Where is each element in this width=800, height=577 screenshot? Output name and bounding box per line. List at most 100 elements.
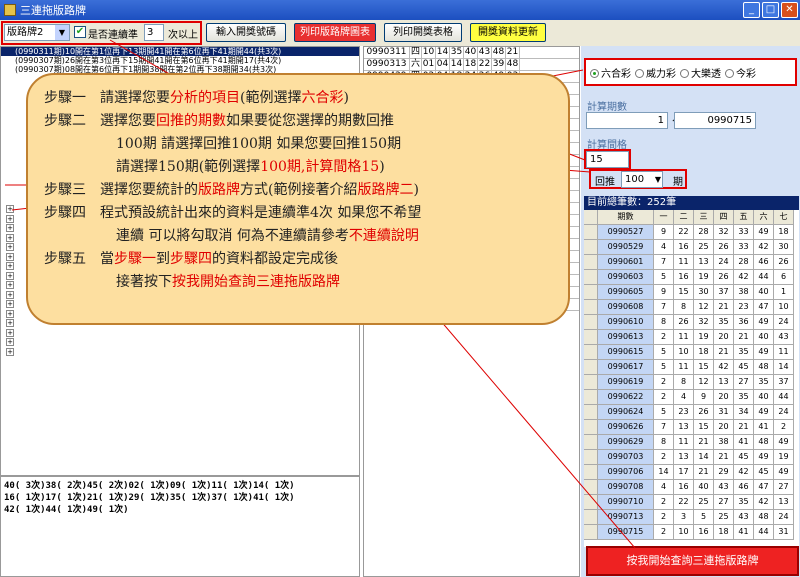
tree-item[interactable]: (0990311期)10開在第1位再下13期開41開在第6位再下41期開44(共… (1, 47, 359, 56)
grid-row[interactable]: 0990601 7 11 13 24 28 46 26 (584, 255, 799, 270)
row-header[interactable] (584, 300, 598, 315)
grid-col-header[interactable]: 期數 (598, 210, 654, 225)
back-select[interactable]: 100 ▼ (621, 171, 663, 188)
grid-number: 13 (714, 375, 734, 390)
expand-icon[interactable]: + (6, 252, 14, 261)
input-numbers-button[interactable]: 輸入開獎號碼 (206, 23, 286, 42)
expand-icon[interactable]: + (6, 262, 14, 270)
grid-number: 27 (734, 375, 754, 390)
grid-col-header[interactable]: 二 (674, 210, 694, 225)
grid-row[interactable]: 0990626 7 13 15 20 21 41 2 (584, 420, 799, 435)
expand-icon[interactable]: + (6, 233, 14, 242)
chart-type-select[interactable]: 版路牌2 ▼ (4, 24, 70, 41)
grid-row[interactable]: 0990613 2 11 19 20 21 40 43 (584, 330, 799, 345)
grid-row[interactable]: 0990629 8 11 21 38 41 48 49 (584, 435, 799, 450)
grid-number: 25 (694, 240, 714, 255)
row-header[interactable] (584, 510, 598, 525)
grid-col-header[interactable]: 四 (714, 210, 734, 225)
grid-row[interactable]: 0990527 9 22 28 32 33 49 18 (584, 225, 799, 240)
grid-number: 26 (774, 255, 794, 270)
expand-icon[interactable]: + (6, 319, 14, 327)
update-data-button[interactable]: 開獎資料更新 (470, 23, 546, 42)
grid-row[interactable]: 0990603 5 16 19 26 42 44 6 (584, 270, 799, 285)
grid-row[interactable]: 0990622 2 4 9 20 35 40 44 (584, 390, 799, 405)
maximize-button[interactable]: □ (762, 2, 779, 18)
radio-biglotto[interactable]: 大樂透 (680, 65, 721, 80)
row-header[interactable] (584, 225, 598, 240)
row-header[interactable] (584, 375, 598, 390)
expand-icon[interactable]: + (6, 347, 14, 356)
expand-icon[interactable]: + (6, 338, 14, 346)
expand-icon[interactable]: + (6, 224, 14, 232)
expand-icon[interactable]: + (6, 281, 14, 289)
grid-number: 26 (714, 270, 734, 285)
grid-row[interactable]: 0990703 2 13 14 21 45 49 19 (584, 450, 799, 465)
draw-period: 0990313 (364, 59, 410, 70)
interval-input[interactable]: 15 (586, 151, 629, 168)
row-header[interactable] (584, 285, 598, 300)
period-from-input[interactable]: 1 (586, 112, 668, 129)
radio-superlotto[interactable]: 威力彩 (635, 65, 676, 80)
grid-row[interactable]: 0990706 14 17 21 29 42 45 49 (584, 465, 799, 480)
grid-col-header[interactable]: 一 (654, 210, 674, 225)
radio-daily[interactable]: 今彩 (725, 65, 756, 80)
grid-row[interactable]: 0990610 8 26 32 35 36 49 24 (584, 315, 799, 330)
row-header[interactable] (584, 360, 598, 375)
grid-col-header[interactable]: 三 (694, 210, 714, 225)
grid-row[interactable]: 0990710 2 22 25 27 35 42 13 (584, 495, 799, 510)
row-header[interactable] (584, 435, 598, 450)
grid-row[interactable]: 0990605 9 15 30 37 38 40 1 (584, 285, 799, 300)
grid-period: 0990610 (598, 315, 654, 330)
row-header[interactable] (584, 345, 598, 360)
grid-row[interactable]: 0990617 5 11 15 42 45 48 14 (584, 360, 799, 375)
grid-row[interactable]: 0990715 2 10 16 18 41 44 31 (584, 525, 799, 540)
grid-row[interactable]: 0990608 7 8 12 21 23 47 10 (584, 300, 799, 315)
close-button[interactable]: ✕ (781, 2, 798, 18)
count-input[interactable]: 3 (144, 24, 164, 41)
grid-row[interactable]: 0990624 5 23 26 31 34 49 24 (584, 405, 799, 420)
grid-row[interactable]: 0990529 4 16 25 26 33 42 30 (584, 240, 799, 255)
consecutive-checkbox[interactable]: ✔ (74, 26, 86, 38)
print-chart-button[interactable]: 列印版路牌圖表 (294, 23, 376, 42)
grid-number: 3 (674, 510, 694, 525)
expand-icon[interactable]: + (6, 205, 14, 213)
tree-item[interactable]: (0990307期)26開在第3位再下15期開41開在第6位再下41期開17(共… (1, 56, 359, 65)
grid-col-header[interactable]: 六 (754, 210, 774, 225)
grid-number: 2 (654, 375, 674, 390)
row-header[interactable] (584, 255, 598, 270)
grid-col-header[interactable]: 七 (774, 210, 794, 225)
row-header[interactable] (584, 270, 598, 285)
expand-icon[interactable]: + (6, 214, 14, 223)
grid-number: 2 (654, 495, 674, 510)
row-header[interactable] (584, 390, 598, 405)
row-header[interactable] (584, 465, 598, 480)
grid-col-header[interactable]: 五 (734, 210, 754, 225)
row-header[interactable] (584, 495, 598, 510)
minimize-button[interactable]: _ (743, 2, 760, 18)
row-header[interactable] (584, 450, 598, 465)
search-button[interactable]: 按我開始查詢三連拖版路牌 (586, 546, 799, 576)
grid-row[interactable]: 0990708 4 16 40 43 46 47 27 (584, 480, 799, 495)
row-header[interactable] (584, 330, 598, 345)
row-header[interactable] (584, 420, 598, 435)
row-header[interactable] (584, 480, 598, 495)
row-header[interactable] (584, 525, 598, 540)
row-header[interactable] (584, 405, 598, 420)
expand-icon[interactable]: + (6, 309, 14, 318)
row-header[interactable] (584, 240, 598, 255)
print-table-button[interactable]: 列印開獎表格 (384, 23, 462, 42)
grid-number: 27 (714, 495, 734, 510)
period-to-input[interactable]: 0990715 (674, 112, 756, 129)
expand-icon[interactable]: + (6, 300, 14, 308)
grid-row[interactable]: 0990615 5 10 18 21 35 49 11 (584, 345, 799, 360)
expand-icon[interactable]: + (6, 290, 14, 299)
draw-grid[interactable]: 期數一二三四五六七 0990527 9 22 28 32 33 49 18 0990529 4 16 2… (584, 210, 799, 547)
radio-mark6[interactable]: 六合彩 (590, 65, 631, 80)
grid-row[interactable]: 0990619 2 8 12 13 27 35 37 (584, 375, 799, 390)
grid-row[interactable]: 0990713 2 3 5 25 43 48 24 (584, 510, 799, 525)
row-header[interactable] (584, 315, 598, 330)
expand-icon[interactable]: + (6, 271, 14, 280)
expand-icon[interactable]: + (6, 243, 14, 251)
expand-icon[interactable]: + (6, 328, 14, 337)
grid-number: 2 (654, 510, 674, 525)
